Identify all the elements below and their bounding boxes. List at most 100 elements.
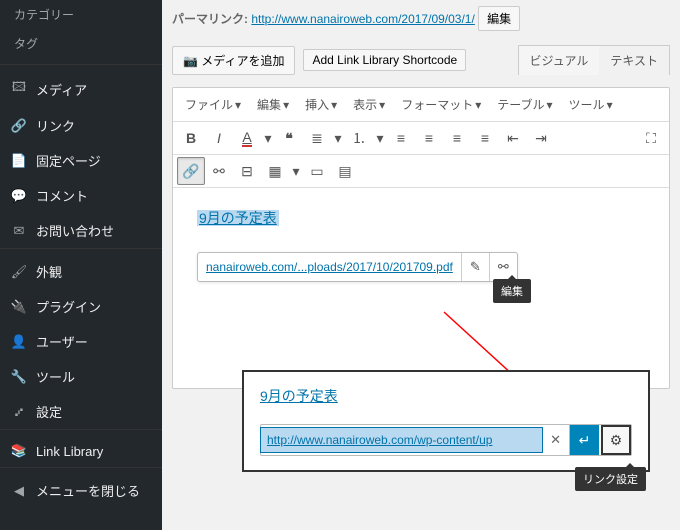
editor-toolbar-1: B I A ▾ ❝ ≣ ▾ ⒈ ▾ ≡ ≡ ≡ ≡ ⇤ ⇥ ⛶ [173,122,669,155]
page-icon: 📄 [10,153,28,169]
editor-menubar: ファイル▾ 編集▾ 挿入▾ 表示▾ フォーマット▾ テーブル▾ ツール▾ [173,88,669,122]
align-center-button[interactable]: ≡ [415,124,443,152]
clear-url-button[interactable]: ✕ [542,432,569,448]
sidebar-item-contact[interactable]: ✉ お問い合わせ [0,213,162,248]
media-icon: 🖾 [10,78,28,100]
caret-down-icon: ▾ [607,98,613,112]
brush-icon: 🖌 [10,264,28,280]
sidebar-item-label: メディア [36,80,87,99]
sidebar-item-label: 外観 [36,262,62,281]
permalink-label: パーマリンク: [172,12,248,26]
editor-toolbar-2: 🔗 ⚯ ⊟ ▦ ▾ ▭ ▤ [173,155,669,188]
sidebar-item-label: メニューを閉じる [36,481,140,500]
underline-button[interactable]: A [233,124,261,152]
link-button[interactable]: 🔗 [177,157,205,185]
ul-button[interactable]: ≣ [303,124,331,152]
ul-caret[interactable]: ▾ [331,124,345,152]
collapse-icon: ◀ [10,483,28,499]
textcolor-caret[interactable]: ▾ [261,124,275,152]
inset-link-title[interactable]: 9月の予定表 [260,388,338,404]
menu-insert[interactable]: 挿入▾ [299,92,343,117]
link-inline-toolbar: nanairoweb.com/...ploads/2017/10/201709.… [197,252,518,282]
outdent-button[interactable]: ⇤ [499,124,527,152]
align-left-button[interactable]: ≡ [387,124,415,152]
comment-icon: 💬 [10,188,28,204]
wrench-icon: 🔧 [10,369,28,385]
gear-icon: ⚙ [610,432,623,449]
edit-tooltip: 編集 [493,279,531,303]
menu-file[interactable]: ファイル▾ [179,92,247,117]
menu-format[interactable]: フォーマット▾ [395,92,487,117]
content-link-title[interactable]: 9月の予定表 [197,210,279,226]
table-caret[interactable]: ▾ [289,157,303,185]
apply-link-button[interactable]: ↵ [569,425,599,455]
mail-icon: ✉ [10,223,28,239]
editor-main: パーマリンク: http://www.nanairoweb.com/2017/0… [162,0,680,530]
sidebar-collapse[interactable]: ◀ メニューを閉じる [0,473,162,508]
sliders-icon: ⑇ [10,404,28,419]
close-icon: ✕ [550,432,561,447]
sidebar-item-label: ツール [36,367,75,386]
sidebar-sub-categories[interactable]: カテゴリー [0,0,162,29]
media-button-row: 📷 メディアを追加 Add Link Library Shortcode ビジュ… [172,45,670,75]
toggle-button[interactable]: ▤ [331,157,359,185]
editor-content[interactable]: 9月の予定表 nanairoweb.com/...ploads/2017/10/… [173,188,669,388]
italic-button[interactable]: I [205,124,233,152]
sidebar-item-tools[interactable]: 🔧 ツール [0,359,162,394]
edit-link-button[interactable]: ✎ [461,253,489,281]
sidebar-item-plugins[interactable]: 🔌プラグイン [0,289,162,324]
menu-tools[interactable]: ツール▾ [563,92,619,117]
sidebar-item-settings[interactable]: ⑇ 設定 [0,394,162,429]
blockquote-button[interactable]: ❝ [275,124,303,152]
align-right-button[interactable]: ≡ [443,124,471,152]
align-justify-button[interactable]: ≡ [471,124,499,152]
library-icon: 📚 [10,443,28,459]
permalink-row: パーマリンク: http://www.nanairoweb.com/2017/0… [172,4,670,33]
unlink-button[interactable]: ⚯ [205,157,233,185]
ol-caret[interactable]: ▾ [373,124,387,152]
sidebar-item-label: プラグイン [36,297,101,316]
table-button[interactable]: ▦ [261,157,289,185]
link-options-button[interactable]: ⚙ [601,425,631,455]
enter-icon: ↵ [579,432,591,449]
code-button[interactable]: ▭ [303,157,331,185]
tab-visual[interactable]: ビジュアル [519,46,600,75]
menu-view[interactable]: 表示▾ [347,92,391,117]
menu-edit[interactable]: 編集▾ [251,92,295,117]
sidebar-item-label: Link Library [36,444,103,459]
permalink-edit-button[interactable]: 編集 [478,6,520,31]
add-media-button[interactable]: 📷 メディアを追加 [172,46,295,75]
add-shortcode-button[interactable]: Add Link Library Shortcode [303,49,466,71]
sidebar-item-users[interactable]: 👤ユーザー [0,324,162,359]
user-icon: 👤 [10,334,28,350]
readmore-button[interactable]: ⊟ [233,157,261,185]
sidebar-item-link-library[interactable]: 📚 Link Library [0,435,162,467]
caret-down-icon: ▾ [547,98,553,112]
pencil-icon: ✎ [470,259,481,275]
sidebar-item-media[interactable]: 🖾 メディア [0,70,162,108]
link-icon: 🔗 [10,118,28,134]
link-url-display[interactable]: nanairoweb.com/...ploads/2017/10/201709.… [198,255,461,279]
tab-text[interactable]: テキスト [599,46,669,75]
sidebar-item-label: お問い合わせ [36,221,114,240]
link-options-tooltip: リンク設定 [575,467,646,491]
sidebar-item-appearance[interactable]: 🖌 外観 [0,254,162,289]
sidebar-item-links[interactable]: 🔗リンク [0,108,162,143]
indent-button[interactable]: ⇥ [527,124,555,152]
sidebar-item-pages[interactable]: 📄 固定ページ [0,143,162,178]
sidebar-item-label: 設定 [36,402,62,421]
fullscreen-button[interactable]: ⛶ [637,124,665,152]
sidebar-item-label: 固定ページ [36,151,101,170]
caret-down-icon: ▾ [283,98,289,112]
sidebar-sub-tags[interactable]: タグ [0,29,162,58]
bold-button[interactable]: B [177,124,205,152]
link-url-input[interactable] [261,428,542,452]
menu-table[interactable]: テーブル▾ [491,92,558,117]
editor-wrap: ファイル▾ 編集▾ 挿入▾ 表示▾ フォーマット▾ テーブル▾ ツール▾ B I… [172,87,670,389]
permalink-url[interactable]: http://www.nanairoweb.com/2017/09/03/1/ [251,12,474,26]
camera-icon: 📷 [183,54,201,68]
link-url-editor: ✕ ↵ ⚙ [260,424,632,456]
sidebar-item-comments[interactable]: 💬コメント [0,178,162,213]
ol-button[interactable]: ⒈ [345,124,373,152]
editor-tabs: ビジュアル テキスト [518,45,670,75]
